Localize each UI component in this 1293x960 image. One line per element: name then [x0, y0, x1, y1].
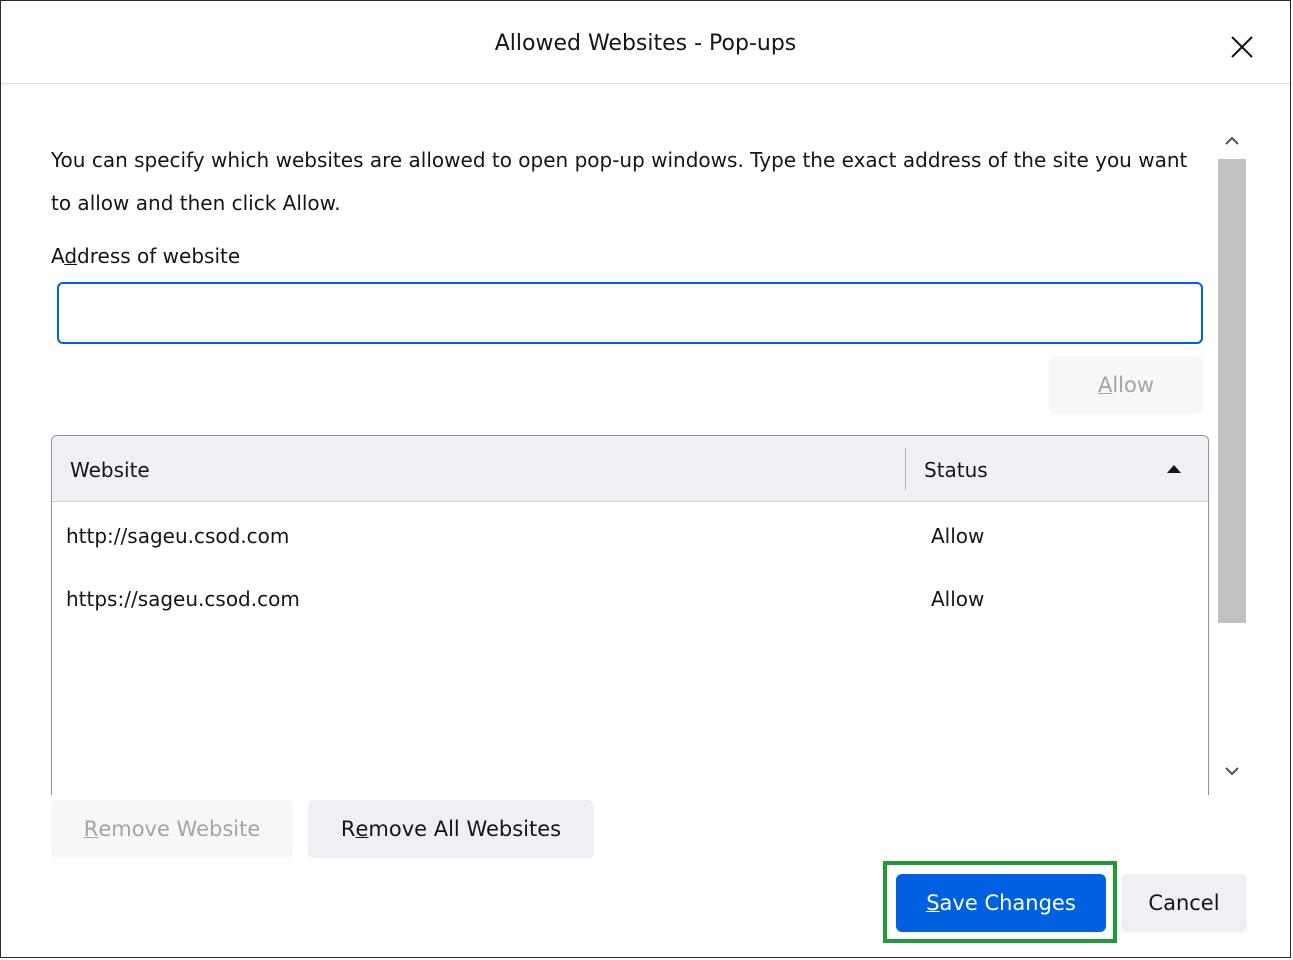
close-button[interactable] — [1220, 25, 1264, 69]
sort-ascending-icon[interactable] — [1167, 465, 1181, 473]
dialog-description: You can specify which websites are allow… — [51, 148, 1188, 215]
column-header-status[interactable]: Status — [924, 458, 988, 482]
table-row[interactable]: http://sageu.csod.com Allow — [52, 506, 1208, 568]
save-changes-button[interactable]: Save Changes — [896, 874, 1106, 932]
scroll-down-button[interactable] — [1215, 755, 1249, 787]
remove-website-button[interactable]: Remove Website — [51, 800, 293, 858]
dialog-titlebar: Allowed Websites - Pop-ups — [1, 1, 1290, 84]
cancel-button[interactable]: Cancel — [1121, 874, 1247, 932]
allowed-websites-dialog: Allowed Websites - Pop-ups You can speci… — [0, 0, 1291, 958]
row-status: Allow — [931, 524, 985, 548]
table-header: Website Status — [52, 436, 1208, 502]
address-label: Address of website — [51, 244, 241, 268]
dialog-title: Allowed Websites - Pop-ups — [494, 31, 797, 56]
scroll-up-button[interactable] — [1215, 125, 1249, 157]
scrollbar-thumb[interactable] — [1218, 159, 1246, 623]
allow-button[interactable]: Allow — [1049, 356, 1203, 414]
column-divider[interactable] — [905, 448, 906, 490]
address-input[interactable] — [57, 282, 1203, 344]
column-header-website[interactable]: Website — [70, 458, 150, 482]
websites-table: Website Status http://sageu.csod.com All… — [51, 435, 1209, 795]
close-icon — [1231, 36, 1253, 58]
chevron-up-icon — [1225, 136, 1239, 145]
row-status: Allow — [931, 587, 985, 611]
remove-all-websites-button[interactable]: Re move All Websites — [308, 800, 594, 858]
vertical-scrollbar[interactable] — [1215, 125, 1249, 787]
row-website: https://sageu.csod.com — [66, 587, 300, 611]
row-website: http://sageu.csod.com — [66, 524, 290, 548]
chevron-down-icon — [1225, 767, 1239, 776]
table-row[interactable]: https://sageu.csod.com Allow — [52, 569, 1208, 631]
